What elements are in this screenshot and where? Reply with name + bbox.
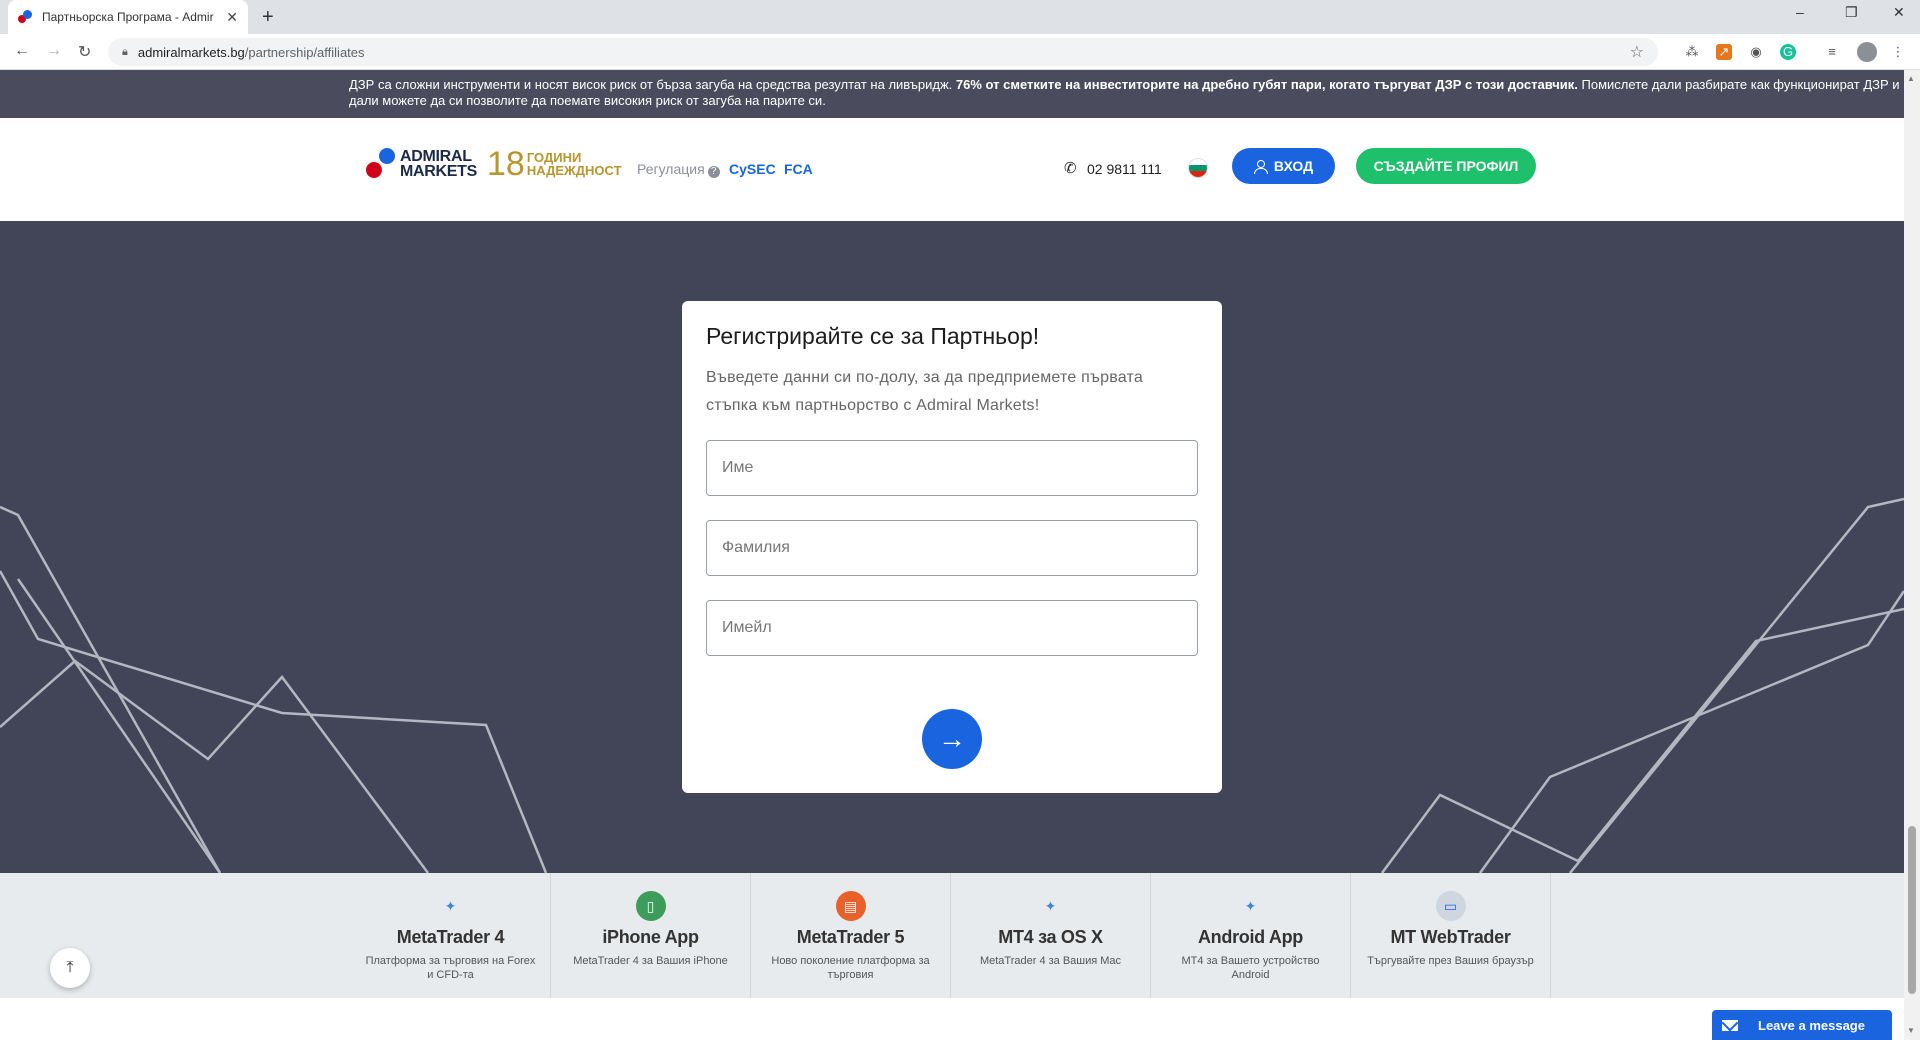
browser-menu-icon[interactable]: ⋮ (1890, 44, 1906, 60)
risk-warning-banner: ДЗР са сложни инструменти и носят висок … (0, 70, 1904, 118)
chat-label: Leave a message (1758, 1017, 1865, 1033)
new-tab-button[interactable]: + (262, 6, 274, 29)
lock-icon: 🔒︎ (122, 45, 128, 58)
platform-name: MetaTrader 5 (796, 927, 905, 947)
mac-icon: ✦ (1035, 891, 1066, 921)
page-bottom (0, 998, 1904, 1040)
android-icon: ✦ (1235, 891, 1266, 921)
phone-number[interactable]: 02 9811 111 (1087, 161, 1162, 177)
platforms-strip: ✦ MetaTrader 4 Платформа за търговия на … (0, 873, 1904, 998)
platform-name: MT WebTrader (1390, 927, 1511, 947)
url-path: /partnership/affiliates (244, 44, 365, 60)
risk-text-bold: 76% от сметките на инвеститорите на дреб… (955, 77, 1578, 92)
extension-chart-icon[interactable]: ↗ (1716, 44, 1732, 60)
forward-arrow-icon[interactable]: → (46, 42, 62, 60)
registration-hero: Регистрирайте се за Партньор! Въведете д… (0, 221, 1904, 873)
platform-mt4-osx[interactable]: ✦ MT4 за OS X MetaTrader 4 за Вашия Mac (951, 873, 1151, 998)
restore-button[interactable]: ❐ (1845, 4, 1858, 21)
admiral-markets-logo[interactable]: ADMIRAL MARKETS 18 ГОДИНИ НАДЕЖДНОСТ (366, 145, 622, 183)
platform-desc: MetaTrader 4 за Вашия Mac (979, 955, 1122, 967)
login-button[interactable]: ВХОД (1232, 148, 1335, 184)
last-name-input[interactable] (706, 520, 1198, 576)
back-arrow-icon[interactable]: ← (14, 42, 30, 60)
submit-button[interactable]: → (922, 709, 982, 769)
first-name-input[interactable] (706, 440, 1198, 496)
platform-metatrader4[interactable]: ✦ MetaTrader 4 Платформа за търговия на … (351, 873, 551, 998)
logo-years-text: ГОДИНИ НАДЕЖДНОСТ (527, 151, 622, 177)
profile-avatar[interactable] (1857, 42, 1877, 62)
reading-list-icon[interactable]: ≡ (1824, 44, 1840, 60)
logo-years: 18 (487, 145, 525, 183)
site-header: ADMIRAL MARKETS 18 ГОДИНИ НАДЕЖДНОСТ Рег… (0, 118, 1904, 221)
scroll-up-icon[interactable]: ▲ (1907, 74, 1915, 83)
extension-camera-icon[interactable]: ◉ (1748, 44, 1764, 60)
metatrader4-icon: ✦ (435, 891, 466, 921)
platform-android-app[interactable]: ✦ Android App MT4 за Вашето устройство A… (1151, 873, 1351, 998)
mail-icon (1722, 1019, 1738, 1031)
extension-puzzle-icon[interactable]: ⁂ (1684, 44, 1700, 60)
platform-name: iPhone App (602, 927, 699, 947)
regulation-label: Регулация? (637, 161, 720, 178)
logo-wordmark: ADMIRAL MARKETS (400, 149, 478, 180)
form-title: Регистрирайте се за Партньор! (706, 323, 1040, 349)
cysec-link[interactable]: CySEC (729, 161, 776, 177)
scroll-thumb[interactable] (1908, 826, 1916, 994)
platform-name: MT4 за OS X (998, 927, 1103, 947)
question-icon[interactable]: ? (707, 166, 720, 178)
page-viewport: ДЗР са сложни инструменти и носят висок … (0, 70, 1904, 1040)
platform-desc: Търгувайте през Вашия браузър (1367, 955, 1534, 967)
webtrader-icon: ▭ (1435, 891, 1466, 921)
page-scrollbar[interactable]: ▲ ▼ (1904, 70, 1920, 1040)
metatrader5-icon: ▤ (835, 891, 866, 921)
platform-name: MetaTrader 4 (396, 927, 505, 947)
regulation-text: Регулация (637, 161, 705, 177)
platform-desc: Ново поколение платформа за търговия (771, 955, 930, 981)
platform-desc: MT4 за Вашето устройство Android (1181, 955, 1320, 981)
form-description: Въведете данни си по-долу, за да предпри… (706, 369, 1143, 414)
url-host: admiralmarkets.bg (137, 44, 245, 60)
platform-desc: Платформа за търговия на Forex и CFD-та (365, 955, 536, 981)
iphone-icon: ▯ (635, 891, 666, 921)
user-icon (1253, 159, 1268, 174)
logo-years-line-2: НАДЕЖДНОСТ (526, 163, 622, 178)
scroll-down-icon[interactable]: ▼ (1907, 1026, 1915, 1035)
site-favicon-icon (18, 10, 32, 24)
minimize-button[interactable]: – (1796, 4, 1804, 20)
logo-dots-icon (366, 148, 396, 180)
window-close-button[interactable]: ✕ (1893, 4, 1905, 21)
logo-line-2: MARKETS (400, 163, 478, 180)
browser-tabbar: Партньорска Програма - Admir ✕ + – ❐ ✕ (0, 0, 1920, 34)
phone-icon: ✆ (1064, 160, 1077, 177)
platform-metatrader5[interactable]: ▤ MetaTrader 5 Ново поколение платформа … (751, 873, 951, 998)
risk-text-1: ДЗР са сложни инструменти и носят висок … (349, 77, 956, 92)
tab-close-icon[interactable]: ✕ (226, 9, 238, 26)
arrow-right-icon: → (938, 723, 966, 754)
leave-message-button[interactable]: Leave a message (1712, 1010, 1892, 1040)
email-input[interactable] (706, 600, 1198, 656)
browser-toolbar: ← → ↻ 🔒︎ admiralmarkets.bg /partnership/… (0, 34, 1920, 70)
reload-icon[interactable]: ↻ (78, 42, 91, 62)
arrow-up-icon: ⤒ (66, 959, 74, 976)
fca-link[interactable]: FCA (784, 161, 813, 177)
back-to-top-button[interactable]: ⤒ (50, 948, 90, 988)
platform-name: Android App (1197, 927, 1303, 947)
tab-title: Партньорска Програма - Admir (42, 10, 214, 24)
login-label: ВХОД (1273, 158, 1314, 174)
address-bar[interactable]: 🔒︎ admiralmarkets.bg /partnership/affili… (108, 38, 1658, 66)
platform-iphone-app[interactable]: ▯ iPhone App MetaTrader 4 за Вашия iPhon… (551, 873, 751, 998)
platform-webtrader[interactable]: ▭ MT WebTrader Търгувайте през Вашия бра… (1351, 873, 1551, 998)
bookmark-star-icon[interactable]: ☆ (1630, 42, 1644, 62)
bulgaria-flag-icon[interactable] (1188, 158, 1208, 178)
signup-button[interactable]: СЪЗДАЙТЕ ПРОФИЛ (1356, 148, 1536, 184)
signup-label: СЪЗДАЙТЕ ПРОФИЛ (1373, 158, 1519, 174)
browser-tab[interactable]: Партньорска Програма - Admir ✕ (8, 0, 248, 34)
platform-desc: MetaTrader 4 за Вашия iPhone (573, 955, 728, 967)
extension-grammarly-icon[interactable]: G (1780, 44, 1796, 60)
partner-signup-form: Регистрирайте се за Партньор! Въведете д… (682, 301, 1222, 793)
